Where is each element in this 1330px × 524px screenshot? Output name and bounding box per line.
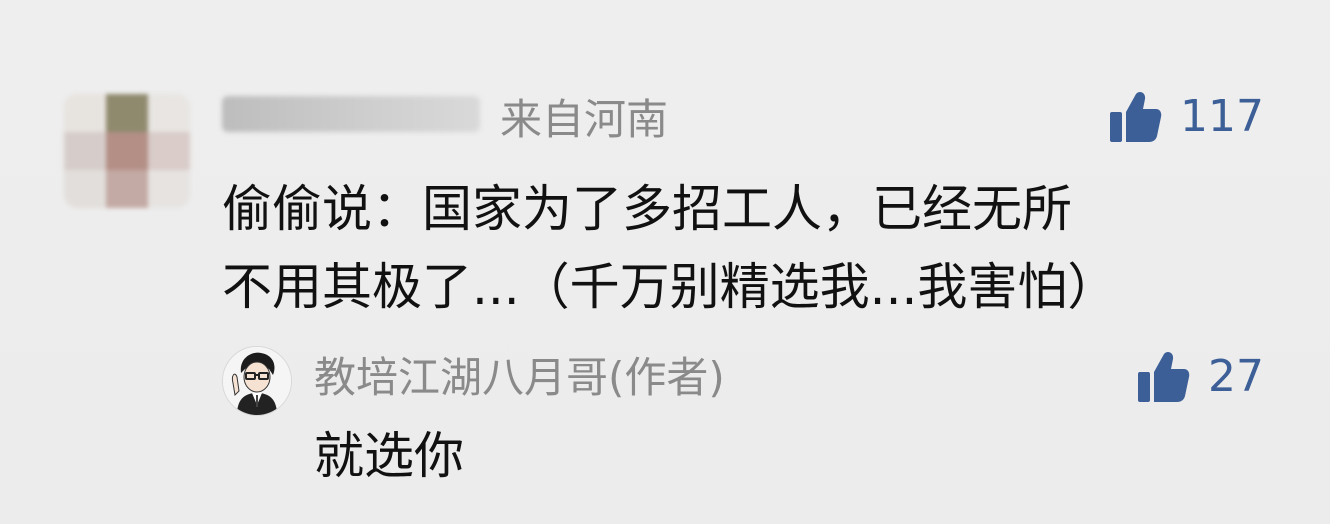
comment-card: 来自河南 117 偷偷说：国家为了多招工人，已经无所 不用其极了...（千万别精… xyxy=(0,0,1330,524)
reply-author-avatar[interactable] xyxy=(222,346,292,416)
reply-like-button[interactable]: 27 xyxy=(1136,350,1264,404)
thumbs-up-icon xyxy=(1136,350,1190,404)
comment-text-line: 偷偷说：国家为了多招工人，已经无所 xyxy=(222,180,1072,238)
reply-text: 就选你 xyxy=(314,427,464,485)
thumbs-up-icon xyxy=(1108,90,1162,144)
reply-like-count: 27 xyxy=(1208,351,1264,402)
comment-text: 偷偷说：国家为了多招工人，已经无所 不用其极了...（千万别精选我...我害怕） xyxy=(222,170,1262,326)
commenter-location: 来自河南 xyxy=(500,95,669,144)
comment-like-count: 117 xyxy=(1180,91,1264,142)
commenter-avatar[interactable] xyxy=(64,94,190,208)
comment-text-line: 不用其极了...（千万别精选我...我害怕） xyxy=(222,258,1118,316)
comment-like-button[interactable]: 117 xyxy=(1108,90,1264,144)
commenter-username-redacted xyxy=(222,96,480,132)
reply-author-name[interactable]: 教培江湖八月哥(作者) xyxy=(314,352,725,404)
